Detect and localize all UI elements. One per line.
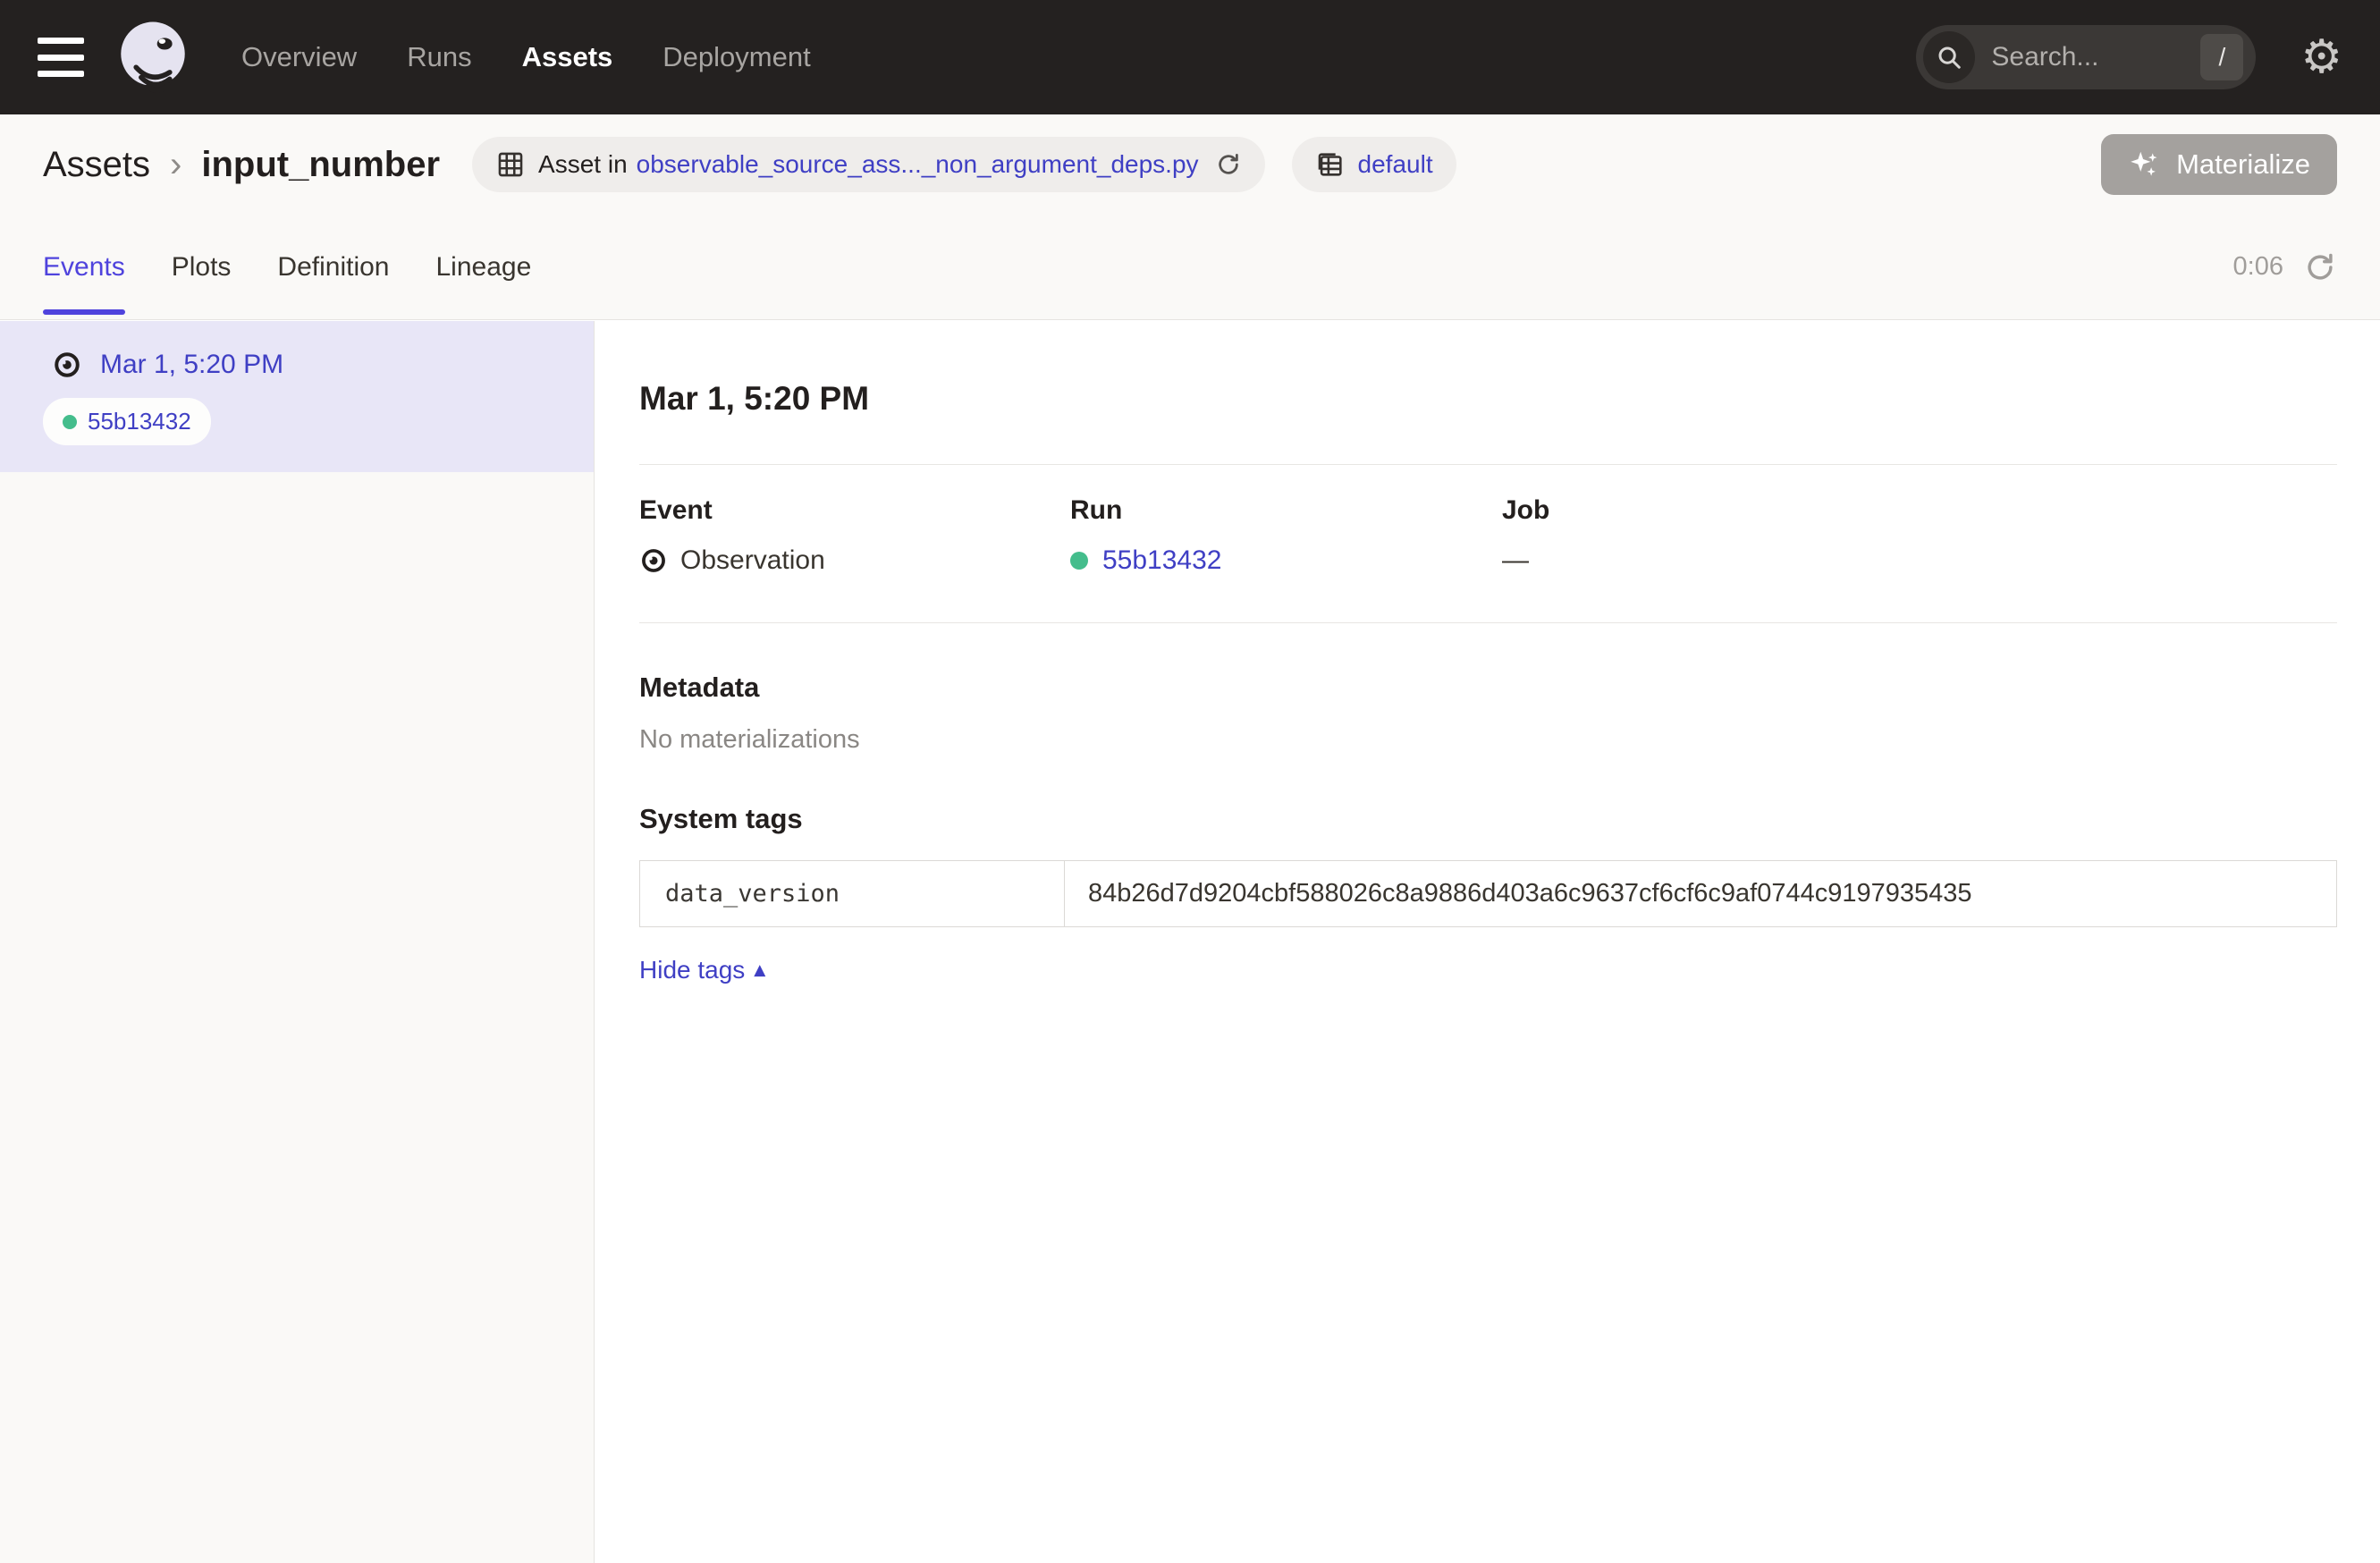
- reload-definitions-icon[interactable]: [1215, 151, 1242, 178]
- event-timestamp-link[interactable]: Mar 1, 5:20 PM: [100, 350, 283, 380]
- event-detail-title: Mar 1, 5:20 PM: [639, 380, 2337, 418]
- metadata-empty-text: No materializations: [639, 725, 2337, 755]
- app-window: Overview Runs Assets Deployment / ⚙ Asse…: [0, 0, 2380, 1563]
- materialize-label: Materialize: [2176, 148, 2310, 181]
- divider: [639, 622, 2337, 623]
- tab-definition[interactable]: Definition: [277, 215, 389, 319]
- table-row: data_version 84b26d7d9204cbf588026c8a988…: [640, 861, 2336, 926]
- search-icon: [1923, 31, 1975, 83]
- metadata-heading: Metadata: [639, 672, 2337, 704]
- event-detail-panel: Mar 1, 5:20 PM Event Run Job Observation: [595, 321, 2380, 1563]
- event-list-item[interactable]: Mar 1, 5:20 PM 55b13432: [0, 321, 594, 472]
- system-tags-heading: System tags: [639, 803, 2337, 835]
- asset-file-link[interactable]: observable_source_ass..._non_argument_de…: [637, 150, 1199, 179]
- search-box[interactable]: /: [1916, 25, 2256, 89]
- page-header: Assets › input_number Asset in observabl…: [0, 114, 2380, 215]
- divider: [639, 464, 2337, 465]
- observation-eye-icon: [639, 546, 668, 575]
- asset-chip-prefix: Asset in: [538, 150, 628, 179]
- event-type-label: Observation: [680, 545, 825, 576]
- tag-value-cell: 84b26d7d9204cbf588026c8a9886d403a6c9637c…: [1065, 861, 2336, 926]
- job-cell: —: [1502, 545, 2337, 576]
- menu-icon[interactable]: [38, 38, 84, 77]
- top-nav: Overview Runs Assets Deployment / ⚙: [0, 0, 2380, 114]
- sparkle-icon: [2128, 148, 2162, 182]
- breadcrumb-assets-link[interactable]: Assets: [43, 145, 150, 185]
- nav-item-overview[interactable]: Overview: [241, 41, 357, 73]
- hide-tags-label: Hide tags: [639, 956, 745, 984]
- event-type-cell: Observation: [639, 545, 1070, 576]
- gear-icon[interactable]: ⚙: [2300, 34, 2342, 80]
- event-run-id: 55b13432: [88, 408, 191, 435]
- nav-item-deployment[interactable]: Deployment: [663, 41, 810, 73]
- caret-up-icon: ▲: [754, 961, 765, 979]
- nav-links: Overview Runs Assets Deployment: [241, 41, 811, 73]
- search-shortcut-badge: /: [2200, 34, 2243, 80]
- refresh-icon[interactable]: [2303, 250, 2337, 284]
- event-run-chip[interactable]: 55b13432: [43, 398, 211, 445]
- tabs-bar: Events Plots Definition Lineage 0:06: [0, 215, 2380, 320]
- nav-item-runs[interactable]: Runs: [407, 41, 471, 73]
- page-title: input_number: [201, 145, 440, 185]
- repo-default-link[interactable]: default: [1358, 150, 1433, 179]
- run-status-dot: [63, 415, 77, 429]
- repo-icon: [1315, 149, 1346, 180]
- observation-eye-icon: [52, 350, 82, 380]
- job-column-header: Job: [1502, 495, 2337, 526]
- event-column-header: Event: [639, 495, 1070, 526]
- run-status-dot: [1070, 552, 1088, 570]
- asset-definition-chip[interactable]: Asset in observable_source_ass..._non_ar…: [472, 137, 1264, 192]
- hide-tags-link[interactable]: Hide tags ▲: [639, 956, 765, 984]
- tab-plots[interactable]: Plots: [172, 215, 232, 319]
- run-id-link[interactable]: 55b13432: [1102, 545, 1221, 576]
- search-input[interactable]: [1991, 42, 2200, 72]
- tab-events[interactable]: Events: [43, 215, 125, 319]
- dagster-logo-icon[interactable]: [111, 15, 195, 99]
- content-area: Mar 1, 5:20 PM 55b13432 Mar 1, 5:20 PM E…: [0, 321, 2380, 1563]
- repo-chip[interactable]: default: [1292, 137, 1456, 192]
- tab-lineage[interactable]: Lineage: [436, 215, 532, 319]
- event-info-grid: Event Run Job Observation 55b134: [639, 495, 2337, 576]
- event-list-sidebar: Mar 1, 5:20 PM 55b13432: [0, 321, 595, 1563]
- asset-grid-icon: [495, 149, 526, 180]
- materialize-button[interactable]: Materialize: [2101, 134, 2337, 195]
- refresh-countdown: 0:06: [2233, 252, 2283, 282]
- run-cell: 55b13432: [1070, 545, 1502, 576]
- nav-item-assets[interactable]: Assets: [522, 41, 613, 73]
- system-tags-table: data_version 84b26d7d9204cbf588026c8a988…: [639, 860, 2337, 927]
- run-column-header: Run: [1070, 495, 1502, 526]
- tag-key-cell: data_version: [640, 861, 1065, 926]
- breadcrumb-chevron-icon: ›: [170, 145, 181, 185]
